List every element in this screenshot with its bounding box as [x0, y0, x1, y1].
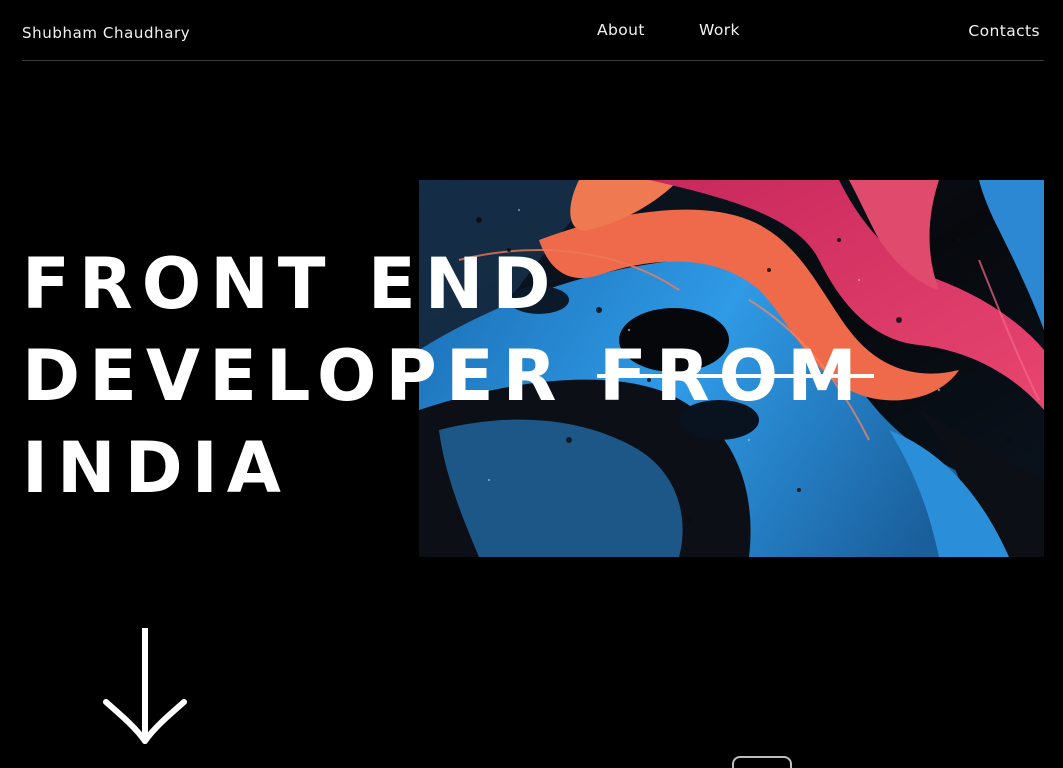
- headline-line-1: FRONT END: [22, 243, 560, 325]
- brand-name-link[interactable]: Shubham Chaudhary: [22, 24, 190, 42]
- scroll-pill-indicator: [732, 756, 792, 768]
- headline-strikethrough-word: FROM: [596, 330, 874, 422]
- nav-about-link[interactable]: About: [597, 21, 645, 39]
- page: Shubham Chaudhary About Work Contacts FR…: [0, 0, 1063, 768]
- headline-line-3: INDIA: [22, 427, 290, 509]
- nav-contacts-link[interactable]: Contacts: [968, 22, 1040, 40]
- headline-line-2-text: DEVELOPER: [22, 335, 599, 417]
- hero-headline: FRONT END DEVELOPER FROM INDIA: [22, 238, 874, 514]
- arrow-down-icon[interactable]: [102, 625, 188, 746]
- site-header: Shubham Chaudhary About Work Contacts: [22, 0, 1044, 61]
- nav-work-link[interactable]: Work: [699, 21, 740, 39]
- headline-line-2: DEVELOPER FROM: [22, 330, 874, 422]
